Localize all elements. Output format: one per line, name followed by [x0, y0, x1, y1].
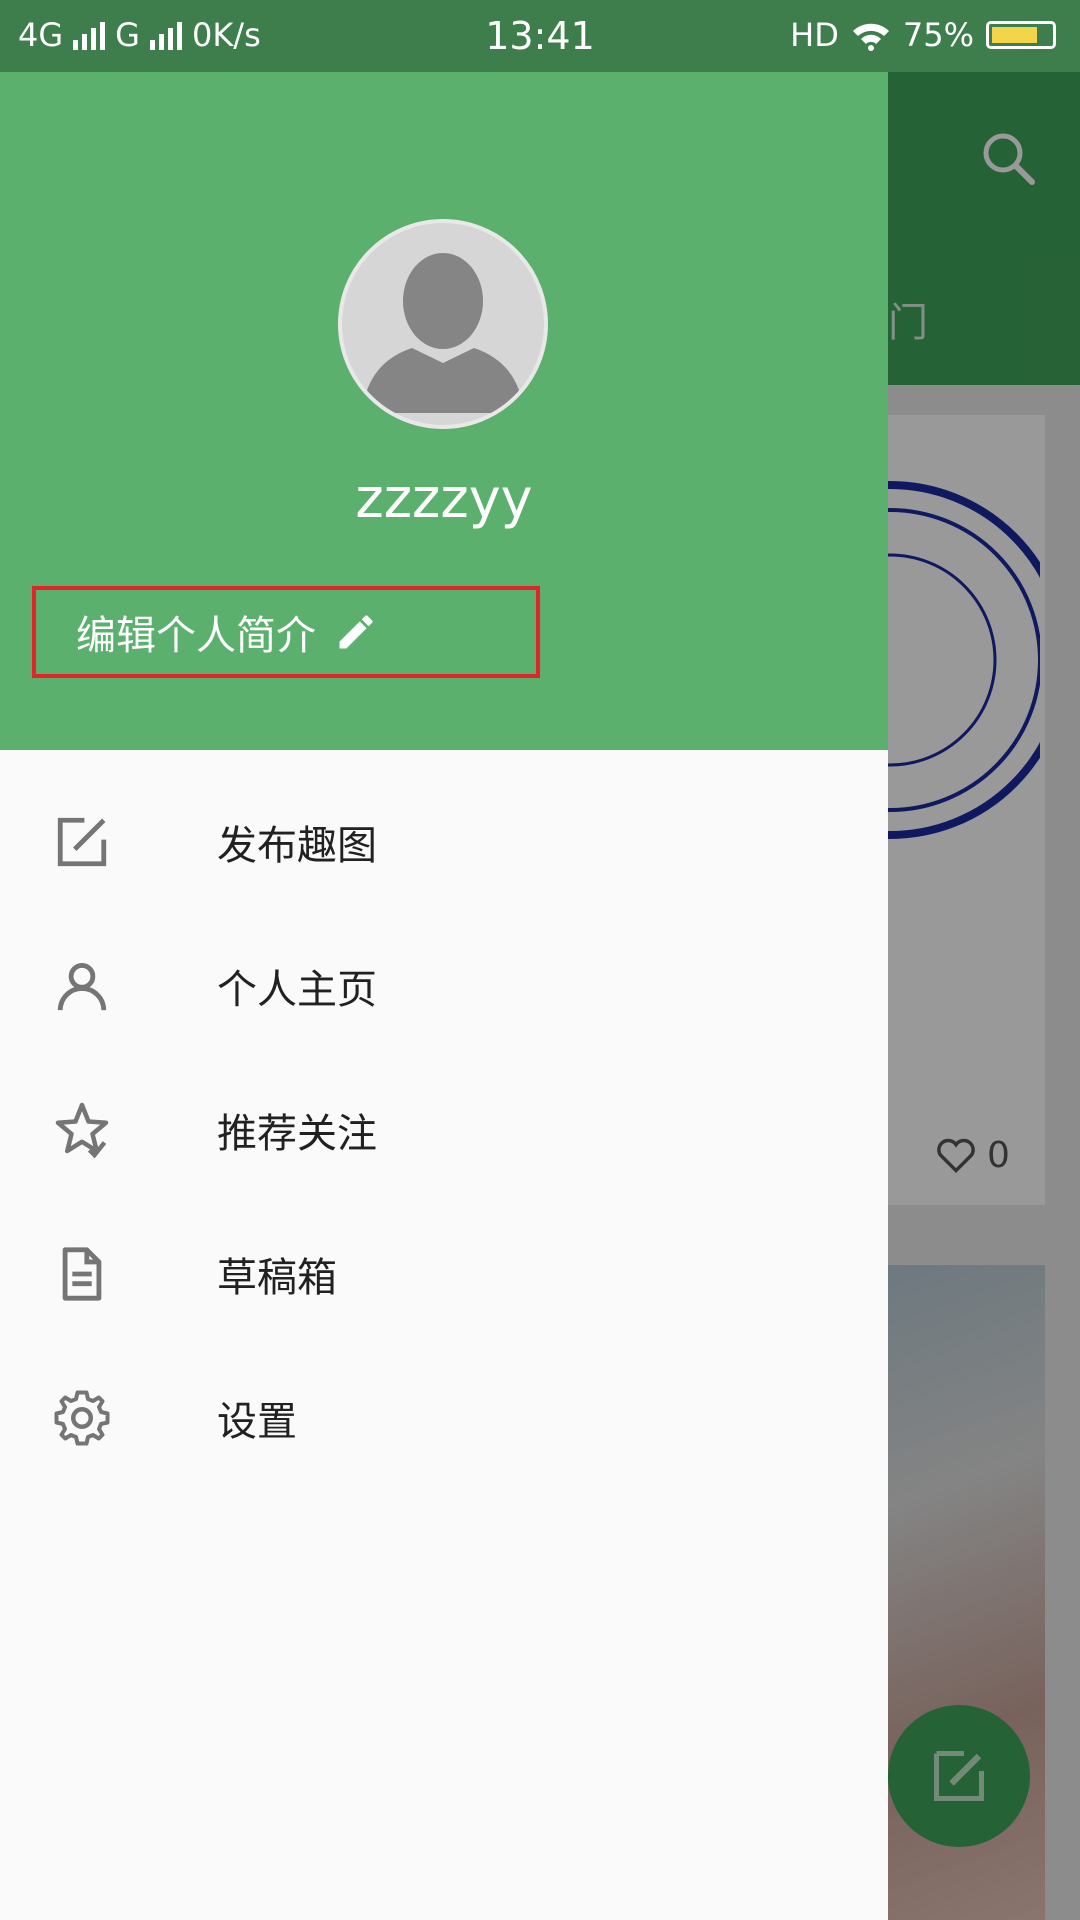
person-icon — [52, 956, 112, 1016]
status-bar: 4G G 0K/s 13:41 HD 75% — [0, 0, 1080, 72]
menu-item-profile[interactable]: 个人主页 — [0, 914, 888, 1058]
menu-item-label: 推荐关注 — [217, 1111, 377, 1157]
menu-item-publish[interactable]: 发布趣图 — [0, 770, 888, 914]
hd-indicator: HD — [790, 16, 839, 54]
menu-item-recommended[interactable]: 推荐关注 — [0, 1058, 888, 1202]
pencil-icon — [339, 615, 373, 649]
drawer-menu: 发布趣图 个人主页 推荐关注 草稿箱 设置 — [0, 770, 888, 1490]
edit-bio-label: 编辑个人简介 — [76, 613, 316, 659]
default-avatar-icon — [362, 253, 524, 413]
star-check-icon — [52, 1100, 112, 1160]
drawer-header: zzzzyy 编辑个人简介 — [0, 72, 888, 750]
gear-icon — [52, 1388, 112, 1448]
menu-item-label: 草稿箱 — [217, 1255, 337, 1301]
menu-item-settings[interactable]: 设置 — [0, 1346, 888, 1490]
battery-percent: 75% — [902, 16, 974, 54]
menu-item-label: 设置 — [217, 1399, 297, 1445]
edit-bio-button[interactable]: 编辑个人简介 — [32, 586, 540, 678]
menu-item-label: 发布趣图 — [217, 823, 377, 869]
menu-item-drafts[interactable]: 草稿箱 — [0, 1202, 888, 1346]
edit-square-icon — [52, 812, 112, 872]
avatar[interactable] — [338, 219, 548, 429]
document-icon — [52, 1244, 112, 1304]
battery-icon — [986, 21, 1056, 49]
username: zzzzyy — [355, 467, 533, 530]
navigation-drawer: zzzzyy 编辑个人简介 发布趣图 个人主页 推荐关注 草稿箱 设置 — [0, 0, 888, 1920]
wifi-icon — [852, 23, 889, 51]
menu-item-label: 个人主页 — [217, 967, 377, 1013]
